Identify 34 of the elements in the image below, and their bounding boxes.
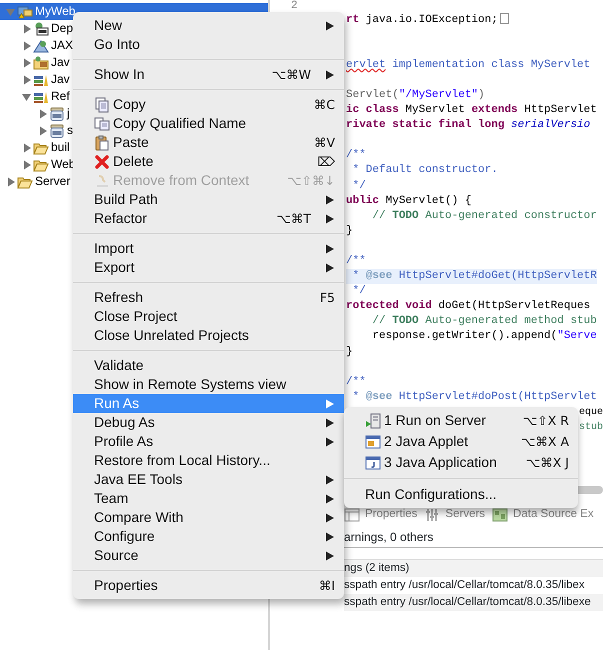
code-line: Servlet("/MyServlet") <box>346 88 485 103</box>
code-line: rotected void doGet(HttpServletReques <box>346 299 590 314</box>
shortcut-label: ⌘C <box>314 96 335 114</box>
code-line: response.getWriter().append("Serve <box>371 329 597 344</box>
code-line: /** <box>346 148 366 164</box>
code-line: rt java.io.IOException; <box>346 12 509 28</box>
line-number: 2 <box>290 0 299 12</box>
code-line: ic class MyServlet extends HttpServlet <box>346 103 597 118</box>
shortcut-label: F5 <box>320 289 335 307</box>
shortcut-label: ⌘V <box>314 134 335 152</box>
code-line: * Default constructor. <box>352 163 498 178</box>
shortcut-label: ⌥⌘X A <box>521 433 569 451</box>
code-line: // TODO Auto-generated method stub <box>371 314 597 330</box>
code-line: * @see HttpServlet#doPost(HttpServlet <box>352 390 597 405</box>
shortcut-label: ⌥⇧⌘↓ <box>287 172 335 190</box>
shortcut-label: ⌥⇧X R <box>522 412 569 430</box>
shortcut-label: ⌥⌘X J <box>526 454 569 472</box>
shortcut-label: ⌥⌘T <box>276 210 311 228</box>
shortcut-label: ⌘I <box>318 577 335 595</box>
code-line: */ <box>352 284 366 300</box>
code-line: // TODO Auto-generated constructor <box>371 208 597 224</box>
shortcut-label: ⌥⌘W <box>272 66 311 84</box>
code-line: ervlet implementation class MyServlet <box>346 58 590 73</box>
code-line: */ <box>352 178 366 194</box>
code-line: rivate static final long serialVersio <box>346 118 590 134</box>
code-line: ublic MyServlet() { <box>346 194 472 209</box>
code-line: stub <box>578 420 603 436</box>
code-line: /** <box>346 374 366 390</box>
problems-summary: arnings, 0 others <box>344 526 603 548</box>
code-line: eque <box>578 406 603 420</box>
shortcut-label: ⌦ <box>317 153 335 171</box>
code-line: } <box>346 344 353 360</box>
code-line: } <box>346 224 353 239</box>
code-line: /** <box>346 254 366 269</box>
